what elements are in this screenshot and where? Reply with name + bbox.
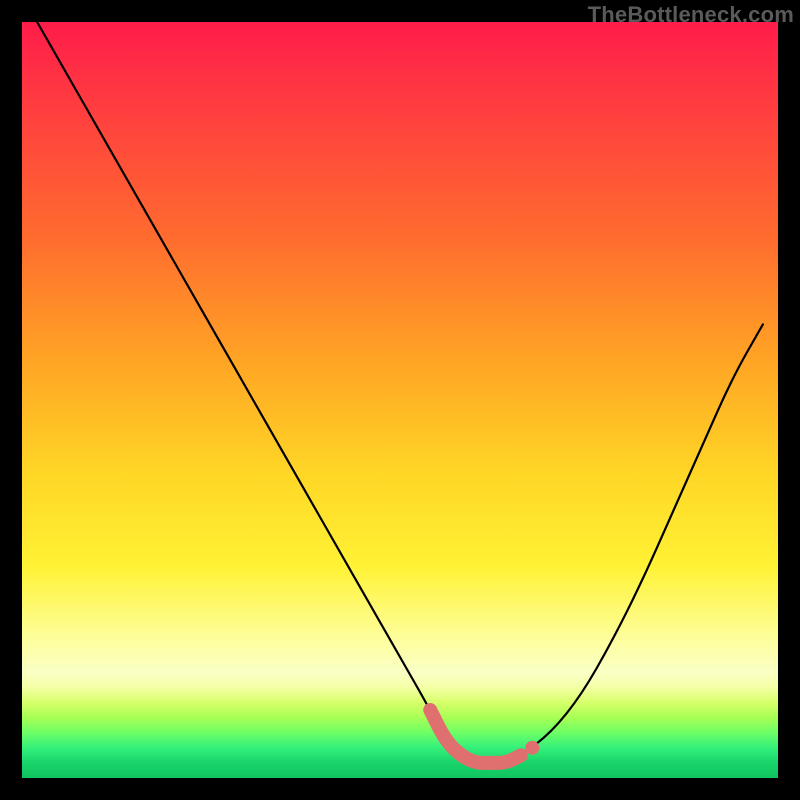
chart-svg [22, 22, 778, 778]
right-dot-marker [525, 741, 539, 755]
bottleneck-curve [37, 22, 763, 763]
chart-frame: TheBottleneck.com [0, 0, 800, 800]
valley-floor-marker [430, 710, 521, 763]
